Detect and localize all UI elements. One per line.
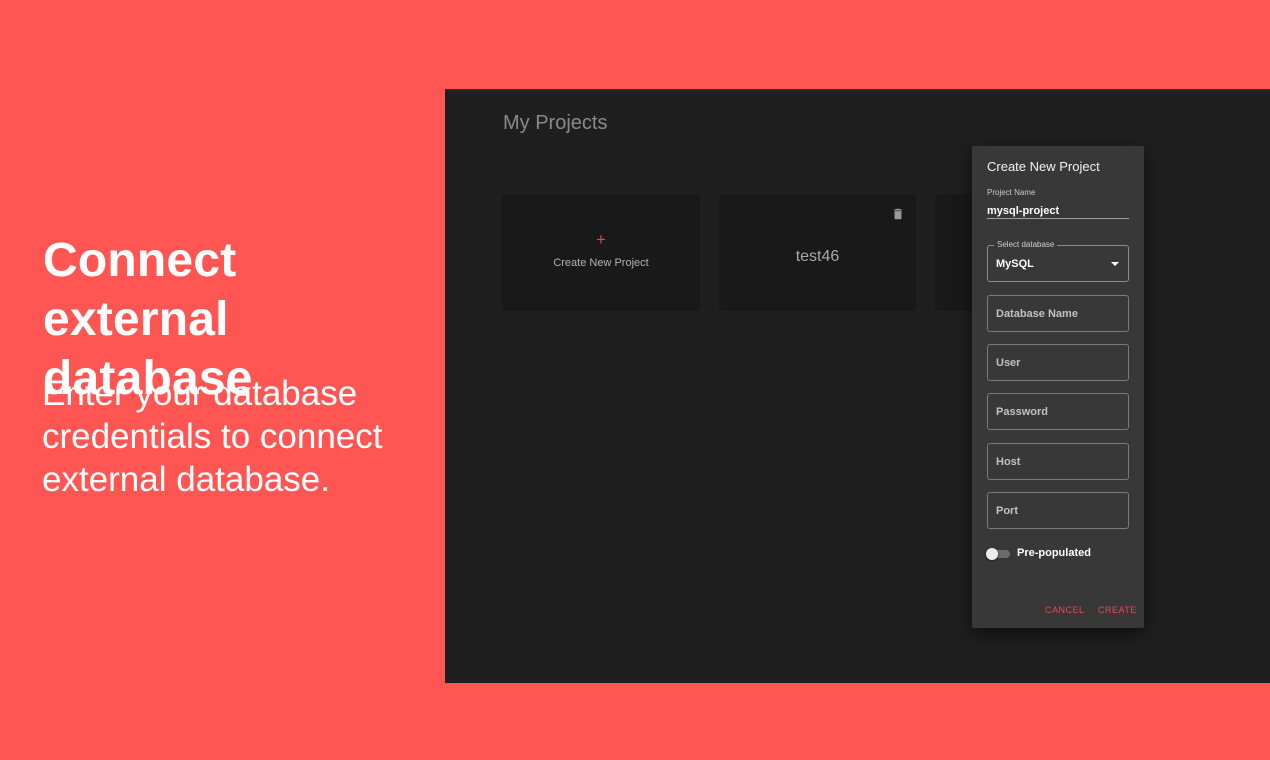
password-input[interactable]: [987, 393, 1129, 430]
select-database-value: MySQL: [996, 258, 1034, 270]
toggle-thumb: [986, 548, 998, 560]
create-new-project-label: Create New Project: [553, 257, 649, 269]
create-project-dialog: Create New Project Project Name Select d…: [972, 146, 1144, 628]
delete-icon[interactable]: [891, 207, 905, 221]
host-input[interactable]: [987, 443, 1129, 480]
create-new-project-card[interactable]: + Create New Project: [502, 194, 700, 311]
page-title: My Projects: [503, 112, 608, 134]
port-input[interactable]: [987, 492, 1129, 529]
database-name-input[interactable]: [987, 295, 1129, 332]
plus-icon: +: [596, 230, 606, 249]
project-name-input[interactable]: [987, 203, 1129, 219]
cancel-button[interactable]: CANCEL: [1045, 605, 1085, 615]
dialog-title: Create New Project: [987, 159, 1100, 174]
project-card-name: test46: [795, 248, 840, 265]
project-name-label: Project Name: [987, 188, 1036, 197]
create-button[interactable]: CREATE: [1098, 605, 1137, 615]
select-database-label: Select database: [994, 240, 1058, 250]
select-database-dropdown[interactable]: Select database MySQL: [987, 240, 1129, 282]
project-card[interactable]: test46: [719, 194, 916, 311]
user-input[interactable]: [987, 344, 1129, 381]
dropdown-arrow-icon: [1111, 262, 1119, 266]
pre-populated-toggle[interactable]: [986, 548, 1010, 560]
promo-subtext: Enter your database credentials to conne…: [42, 374, 383, 499]
app-window: My Projects + Create New Project test46 …: [445, 89, 1270, 683]
pre-populated-label: Pre-populated: [1017, 547, 1091, 559]
